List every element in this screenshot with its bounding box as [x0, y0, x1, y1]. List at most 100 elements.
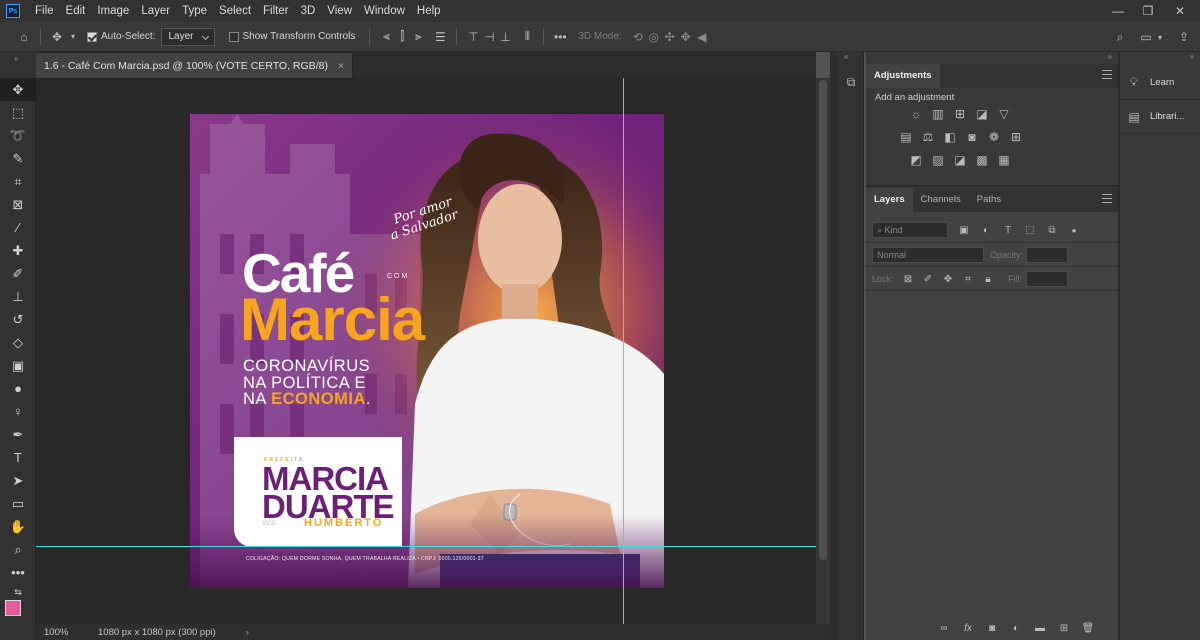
align-middle-icon[interactable]: ⊣ [481, 29, 497, 45]
chevron-down-icon[interactable]: ▾ [1152, 29, 1168, 45]
minimize-icon[interactable]: — [1103, 0, 1133, 22]
tab-adjustments[interactable]: Adjustments [866, 64, 940, 88]
eyedropper-tool-icon[interactable]: ⁄ [0, 216, 36, 239]
curves-icon[interactable]: ⊞ [952, 106, 968, 122]
document-info[interactable]: 1080 px x 1080 px (300 ppi) [98, 627, 216, 638]
auto-select-option[interactable]: Auto-Select: [87, 31, 155, 42]
panel-menu-icon[interactable] [1102, 194, 1112, 203]
new-adjustment-layer-icon[interactable]: ◐ [1008, 620, 1024, 636]
new-group-icon[interactable]: ▬ [1032, 620, 1048, 636]
blend-mode-select[interactable]: Normal [872, 247, 984, 263]
menu-window[interactable]: Window [358, 0, 411, 22]
type-tool-icon[interactable]: T [0, 446, 36, 469]
zoom-tool-icon[interactable]: ⌕ [0, 538, 36, 561]
layer-style-icon[interactable]: fx [960, 620, 976, 636]
menu-view[interactable]: View [321, 0, 358, 22]
learn-button[interactable]: 💡︎ Learn [1120, 66, 1200, 100]
color-balance-icon[interactable]: ⚖ [920, 129, 936, 145]
chevron-down-icon[interactable]: ▾ [65, 29, 81, 45]
slide-3d-icon[interactable]: ✥ [678, 29, 694, 45]
color-lookup-icon[interactable]: ⊞ [1008, 129, 1024, 145]
marquee-tool-icon[interactable]: ⬚ [0, 101, 36, 124]
close-tab-icon[interactable]: × [338, 60, 344, 72]
new-layer-icon[interactable]: ⊞ [1056, 620, 1072, 636]
lock-image-icon[interactable]: ✐ [920, 271, 936, 287]
tab-channels[interactable]: Channels [913, 188, 969, 212]
close-icon[interactable]: ✕ [1165, 0, 1195, 22]
distribute-horizontal-icon[interactable]: ☰ [432, 29, 448, 45]
foreground-color-swatch[interactable] [5, 600, 21, 616]
quick-select-tool-icon[interactable]: ✎ [0, 147, 36, 170]
panel-menu-icon[interactable] [1102, 70, 1112, 79]
move-tool-icon[interactable]: ✥ [0, 78, 36, 101]
selective-color-icon[interactable]: ▩ [974, 152, 990, 168]
align-right-icon[interactable]: ⫸ [410, 29, 426, 45]
filter-pixel-icon[interactable]: ▣ [956, 222, 972, 238]
menu-filter[interactable]: Filter [257, 0, 295, 22]
lasso-tool-icon[interactable]: ➰ [0, 124, 36, 147]
lock-transparent-icon[interactable]: ⊠ [900, 271, 916, 287]
crop-tool-icon[interactable]: ⌗ [0, 170, 36, 193]
collapse-icon[interactable]: » [14, 54, 18, 63]
lock-all-icon[interactable]: 🔒︎ [980, 271, 996, 287]
toolbar-grip[interactable]: » [0, 52, 36, 78]
fill-field[interactable] [1026, 271, 1068, 287]
menu-type[interactable]: Type [176, 0, 213, 22]
lock-position-icon[interactable]: ✥ [940, 271, 956, 287]
move-tool-icon[interactable]: ✥ [49, 29, 65, 45]
add-mask-icon[interactable]: ◙ [984, 620, 1000, 636]
home-icon[interactable]: ⌂ [16, 29, 32, 45]
blur-tool-icon[interactable]: ● [0, 377, 36, 400]
panel-dock-divider[interactable] [830, 52, 838, 640]
scale-3d-icon[interactable]: ◀ [694, 29, 710, 45]
menu-layer[interactable]: Layer [135, 0, 176, 22]
roll-3d-icon[interactable]: ◎ [646, 29, 662, 45]
stamp-tool-icon[interactable]: ⊥ [0, 285, 36, 308]
tab-paths[interactable]: Paths [969, 188, 1009, 212]
menu-edit[interactable]: Edit [60, 0, 92, 22]
rectangle-tool-icon[interactable]: ▭ [0, 492, 36, 515]
gradient-tool-icon[interactable]: ▣ [0, 354, 36, 377]
filter-toggle-icon[interactable]: ● [1066, 222, 1082, 238]
layer-filter-kind[interactable]: ⌕ Kind [872, 222, 948, 238]
collapse-icon[interactable]: » [1108, 52, 1112, 61]
levels-icon[interactable]: ▥ [930, 106, 946, 122]
hue-saturation-icon[interactable]: ▤ [898, 129, 914, 145]
swap-colors-icon[interactable]: ⇆ [0, 584, 36, 600]
photo-filter-icon[interactable]: ◙ [964, 129, 980, 145]
history-brush-tool-icon[interactable]: ↺ [0, 308, 36, 331]
scrollbar-thumb[interactable] [819, 80, 827, 560]
status-arrow-icon[interactable]: › [246, 627, 249, 638]
collapse-icon[interactable]: « [844, 52, 848, 61]
align-bottom-icon[interactable]: ⊥ [497, 29, 513, 45]
orbit-3d-icon[interactable]: ⟲ [630, 29, 646, 45]
show-transform-checkbox[interactable] [228, 31, 239, 42]
history-panel-icon[interactable]: ⧉ [843, 74, 859, 90]
align-left-icon[interactable]: ⫷ [378, 29, 394, 45]
menu-image[interactable]: Image [91, 0, 135, 22]
vertical-scrollbar[interactable] [816, 78, 830, 624]
healing-brush-tool-icon[interactable]: ✚ [0, 239, 36, 262]
more-tools-icon[interactable]: ••• [0, 561, 36, 584]
vibrance-icon[interactable]: ▽ [996, 106, 1012, 122]
more-options-icon[interactable]: ••• [552, 29, 568, 45]
path-select-tool-icon[interactable]: ➤ [0, 469, 36, 492]
brightness-icon[interactable]: ☼ [908, 106, 924, 122]
artwork-canvas[interactable]: PREFEITA MARCIA DUARTE VICE HUMBERTO Por… [190, 114, 664, 588]
filter-type-icon[interactable]: T [1000, 222, 1016, 238]
menu-3d[interactable]: 3D [295, 0, 322, 22]
black-white-icon[interactable]: ◧ [942, 129, 958, 145]
share-icon[interactable]: ⇪ [1176, 29, 1192, 45]
align-top-icon[interactable]: ⊤ [465, 29, 481, 45]
vertical-guide[interactable] [623, 78, 624, 624]
filter-smart-object-icon[interactable]: ⧉ [1044, 222, 1060, 238]
distribute-vertical-icon[interactable]: ⦀ [519, 29, 535, 45]
link-layers-icon[interactable]: ∞ [936, 620, 952, 636]
frame-tool-icon[interactable]: ⊠ [0, 193, 36, 216]
gradient-map-icon[interactable]: ▦ [996, 152, 1012, 168]
invert-icon[interactable]: ◩ [908, 152, 924, 168]
threshold-icon[interactable]: ◪ [952, 152, 968, 168]
filter-shape-icon[interactable]: ⬚ [1022, 222, 1038, 238]
channel-mixer-icon[interactable]: ❁ [986, 129, 1002, 145]
posterize-icon[interactable]: ▨ [930, 152, 946, 168]
